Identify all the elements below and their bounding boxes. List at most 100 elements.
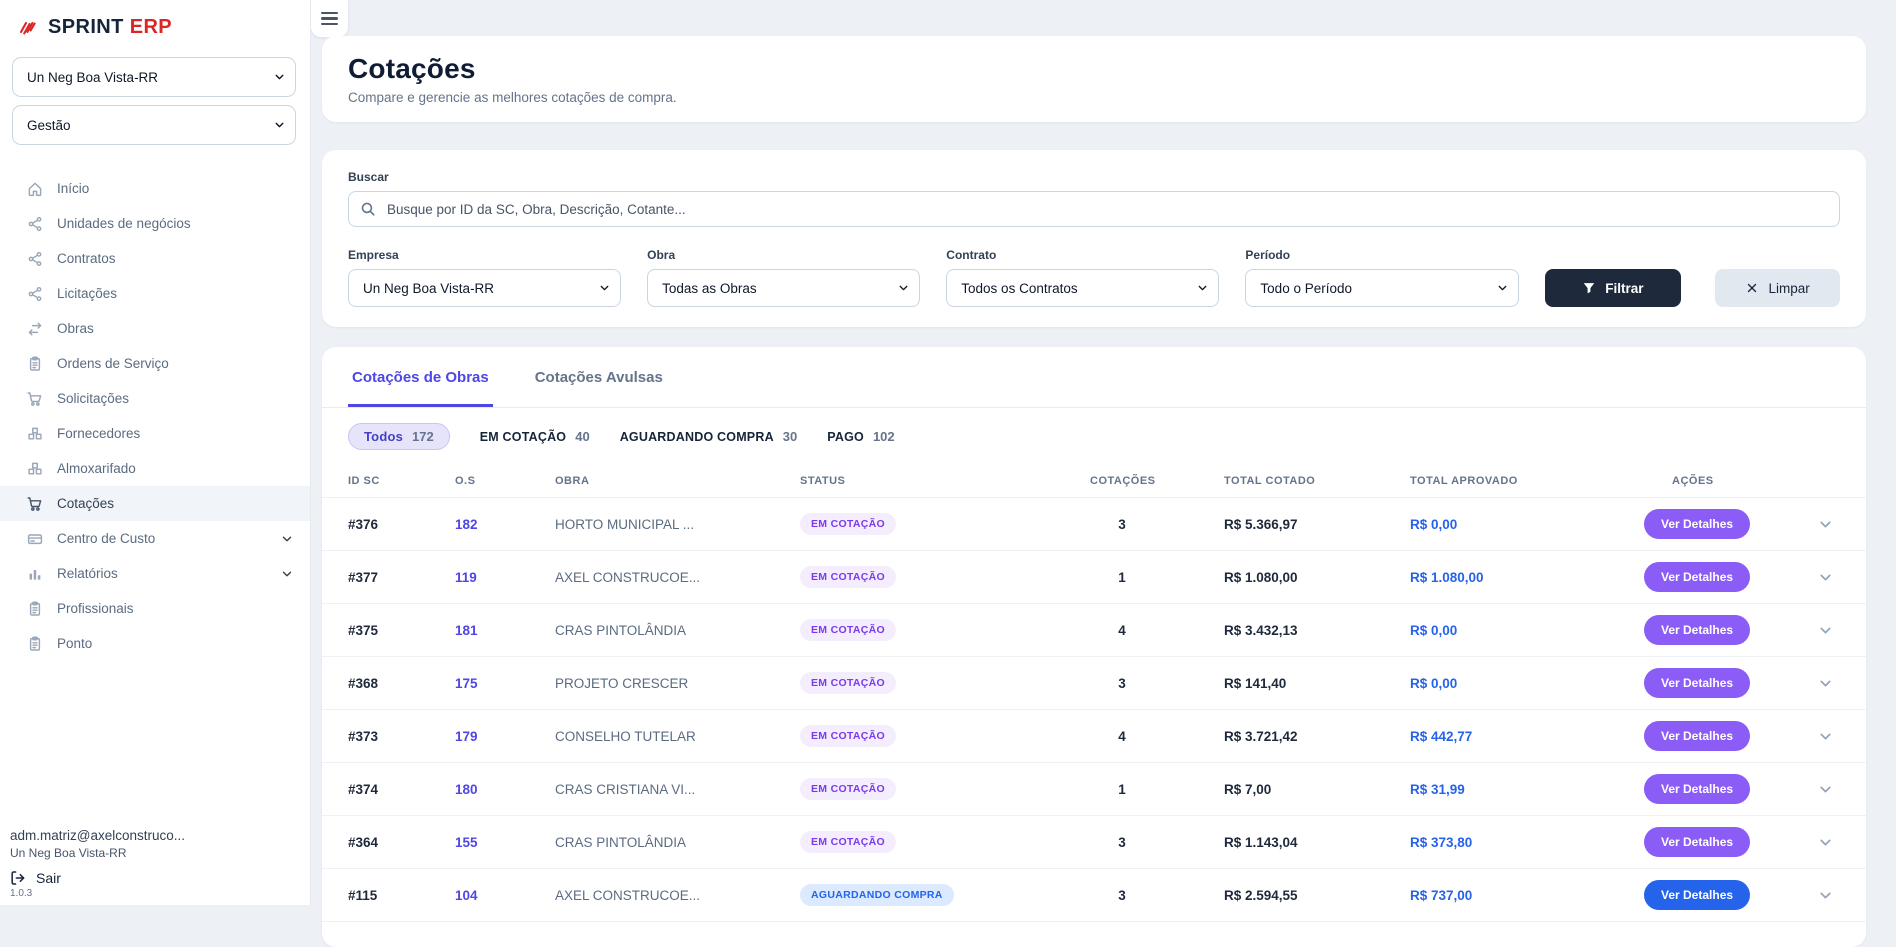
- tab-cotacoes-avulsas[interactable]: Cotações Avulsas: [531, 347, 667, 407]
- brand-name: SPRINT ERP: [48, 16, 172, 39]
- chip-pago[interactable]: PAGO102: [827, 429, 894, 444]
- column-header: ID SC: [348, 475, 455, 487]
- ver-detalhes-button[interactable]: Ver Detalhes: [1644, 721, 1750, 751]
- os-link[interactable]: 119: [455, 570, 555, 585]
- sidebar-item-fornecedores[interactable]: Fornecedores: [0, 416, 310, 451]
- boxes-icon: [27, 461, 43, 477]
- sidebar-item-cotacoes[interactable]: Cotações: [0, 486, 310, 521]
- chip-count: 172: [412, 429, 434, 444]
- sidebar-toggle-button[interactable]: [311, 0, 348, 37]
- logout-button[interactable]: Sair: [10, 870, 185, 886]
- status-badge: EM COTAÇÃO: [800, 513, 896, 535]
- sidebar-item-label: Almoxarifado: [57, 461, 294, 476]
- periodo-select[interactable]: Todo o Período: [1245, 269, 1518, 307]
- filter-button[interactable]: Filtrar: [1545, 269, 1682, 307]
- sidebar-item-profissionais[interactable]: Profissionais: [0, 591, 310, 626]
- os-link[interactable]: 104: [455, 888, 555, 903]
- sidebar-item-inicio[interactable]: Início: [0, 171, 310, 206]
- sidebar-item-centro-de-custo[interactable]: Centro de Custo: [0, 521, 310, 556]
- chip-em-cotacao[interactable]: EM COTAÇÃO40: [480, 429, 590, 444]
- status-badge: EM COTAÇÃO: [800, 831, 896, 853]
- chevron-down-icon[interactable]: [1817, 622, 1834, 639]
- ver-detalhes-button[interactable]: Ver Detalhes: [1644, 668, 1750, 698]
- table-row: #376182HORTO MUNICIPAL ...EM COTAÇÃO3R$ …: [322, 498, 1866, 551]
- sidebar-item-almoxarifado[interactable]: Almoxarifado: [0, 451, 310, 486]
- module-select[interactable]: Gestão: [12, 105, 296, 145]
- chevron-down-icon[interactable]: [1817, 516, 1834, 533]
- status-badge: EM COTAÇÃO: [800, 672, 896, 694]
- sidebar-item-contratos[interactable]: Contratos: [0, 241, 310, 276]
- search-wrap: [348, 191, 1840, 227]
- chevron-down-icon[interactable]: [1817, 675, 1834, 692]
- ver-detalhes-button[interactable]: Ver Detalhes: [1644, 827, 1750, 857]
- sidebar-item-ordens-de-servico[interactable]: Ordens de Serviço: [0, 346, 310, 381]
- cell-total-aprovado: R$ 1.080,00: [1410, 570, 1644, 585]
- chevron-down-icon[interactable]: [1817, 728, 1834, 745]
- clear-button[interactable]: Limpar: [1715, 269, 1840, 307]
- chevron-down-icon[interactable]: [1817, 834, 1834, 851]
- sidebar-item-relatorios[interactable]: Relatórios: [0, 556, 310, 591]
- arrows-icon: [27, 321, 43, 337]
- tabs-bar: Cotações de Obras Cotações Avulsas: [322, 347, 1866, 408]
- chip-todos[interactable]: Todos172: [348, 423, 450, 450]
- obra-select[interactable]: Todas as Obras: [647, 269, 920, 307]
- empresa-select[interactable]: Un Neg Boa Vista-RR: [348, 269, 621, 307]
- cell-total-aprovado: R$ 442,77: [1410, 729, 1644, 744]
- os-link[interactable]: 155: [455, 835, 555, 850]
- contrato-select[interactable]: Todos os Contratos: [946, 269, 1219, 307]
- filter-field-empresa: EmpresaUn Neg Boa Vista-RR: [348, 248, 621, 307]
- clipboard-icon: [27, 601, 43, 617]
- quotes-card: Cotações de Obras Cotações Avulsas Todos1…: [322, 347, 1866, 947]
- tab-cotacoes-de-obras[interactable]: Cotações de Obras: [348, 347, 493, 407]
- sidebar-item-label: Ordens de Serviço: [57, 356, 294, 371]
- ver-detalhes-button[interactable]: Ver Detalhes: [1644, 615, 1750, 645]
- sidebar-item-label: Profissionais: [57, 601, 294, 616]
- cell-total-cotado: R$ 7,00: [1224, 782, 1410, 797]
- search-input[interactable]: [348, 191, 1840, 227]
- sidebar-item-solicitacoes[interactable]: Solicitações: [0, 381, 310, 416]
- os-link[interactable]: 180: [455, 782, 555, 797]
- home-icon: [27, 181, 43, 197]
- app-version: 1.0.3: [10, 888, 185, 899]
- cell-total-aprovado: R$ 0,00: [1410, 517, 1644, 532]
- chip-count: 40: [575, 429, 589, 444]
- chevron-down-icon[interactable]: [1817, 569, 1834, 586]
- sidebar-item-unidades-de-negocios[interactable]: Unidades de negócios: [0, 206, 310, 241]
- sidebar-item-licitacoes[interactable]: Licitações: [0, 276, 310, 311]
- cell-total-cotado: R$ 3.721,42: [1224, 729, 1410, 744]
- table-row: #377119AXEL CONSTRUCOE...EM COTAÇÃO1R$ 1…: [322, 551, 1866, 604]
- table-row: #115104AXEL CONSTRUCOE...AGUARDANDO COMP…: [322, 869, 1866, 922]
- cell-total-cotado: R$ 2.594,55: [1224, 888, 1410, 903]
- column-header: COTAÇÕES: [1090, 475, 1224, 487]
- cart-icon: [27, 391, 43, 407]
- status-badge: EM COTAÇÃO: [800, 566, 896, 588]
- sidebar-item-label: Licitações: [57, 286, 294, 301]
- sidebar-item-ponto[interactable]: Ponto: [0, 626, 310, 661]
- chevron-down-icon[interactable]: [1817, 781, 1834, 798]
- sidebar-user-block: adm.matriz@axelconstruco... Un Neg Boa V…: [10, 828, 185, 899]
- os-link[interactable]: 179: [455, 729, 555, 744]
- ver-detalhes-button[interactable]: Ver Detalhes: [1644, 562, 1750, 592]
- ver-detalhes-button[interactable]: Ver Detalhes: [1644, 509, 1750, 539]
- cell-id-sc: #368: [348, 676, 455, 691]
- cell-id-sc: #375: [348, 623, 455, 638]
- os-link[interactable]: 181: [455, 623, 555, 638]
- ver-detalhes-button[interactable]: Ver Detalhes: [1644, 880, 1750, 910]
- ver-detalhes-button[interactable]: Ver Detalhes: [1644, 774, 1750, 804]
- os-link[interactable]: 182: [455, 517, 555, 532]
- cell-cotacoes: 4: [1090, 623, 1224, 638]
- table-row: #373179CONSELHO TUTELAREM COTAÇÃO4R$ 3.7…: [322, 710, 1866, 763]
- chip-aguardando-compra[interactable]: AGUARDANDO COMPRA30: [620, 429, 798, 444]
- page-title: Cotações: [348, 53, 1840, 85]
- sidebar-item-label: Centro de Custo: [57, 531, 266, 546]
- brand-slashes-icon: [18, 17, 40, 39]
- cell-total-cotado: R$ 5.366,97: [1224, 517, 1410, 532]
- cart-icon: [27, 496, 43, 512]
- chevron-down-icon[interactable]: [1817, 887, 1834, 904]
- os-link[interactable]: 175: [455, 676, 555, 691]
- business-unit-select[interactable]: Un Neg Boa Vista-RR: [12, 57, 296, 97]
- table-row: #375181CRAS PINTOLÂNDIAEM COTAÇÃO4R$ 3.4…: [322, 604, 1866, 657]
- filter-label-contrato: Contrato: [946, 248, 1219, 262]
- sidebar-item-obras[interactable]: Obras: [0, 311, 310, 346]
- share-icon: [27, 216, 43, 232]
